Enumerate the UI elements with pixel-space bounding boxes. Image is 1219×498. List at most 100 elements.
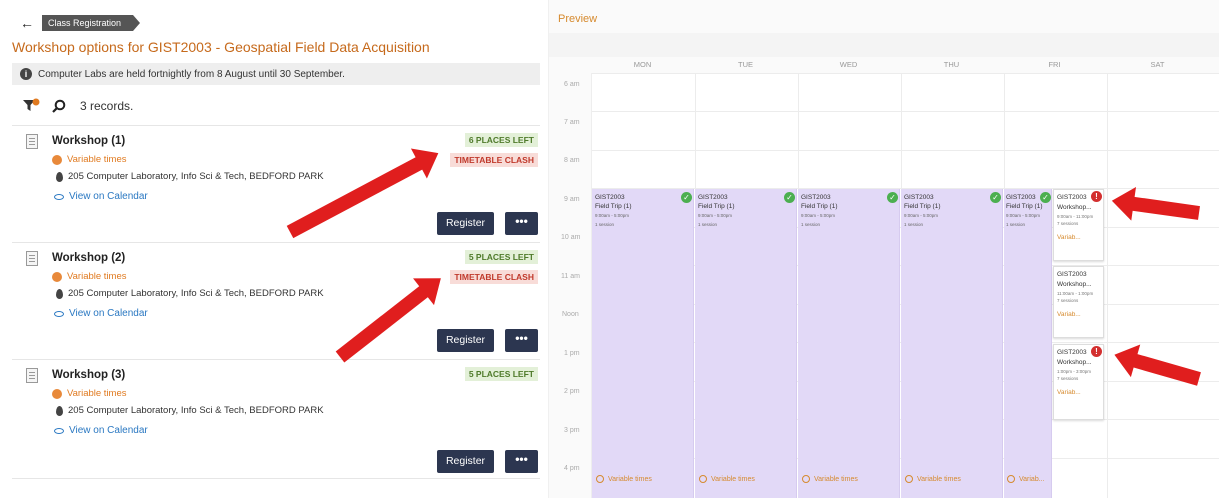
variable-times-footer-label: Variab... [1019,475,1045,483]
variable-times-label: Variable times [67,388,127,399]
time-label: 10 am [561,234,581,241]
field-trip-event[interactable] [1004,189,1052,498]
preview-toolbar [549,33,1219,57]
variable-times-footer-label: Variable times [814,475,858,483]
event-time: 1:00pm - 3:00pm [1057,369,1092,374]
day-header: FRI [1048,60,1061,69]
document-icon [26,251,38,266]
variable-times-footer-label: Variab... [1057,389,1081,396]
page-title: Workshop options for GIST2003 - Geospati… [12,39,430,55]
more-options-button[interactable]: ••• [505,212,538,235]
document-icon [26,368,38,383]
event-name: Field Trip (1) [595,203,632,210]
check-icon: ✓ [990,192,1001,203]
view-on-calendar-label[interactable]: View on Calendar [69,308,148,319]
time-label: 1 pm [564,350,580,357]
eye-icon [54,193,64,200]
workshop-card-3: Workshop (3) 5 PLACES LEFT Variable time… [12,359,540,479]
field-trip-event[interactable] [798,189,900,498]
day-header: MON [633,60,652,69]
variable-times: Variable times [52,154,127,165]
clock-icon [52,388,62,399]
check-icon: ✓ [681,192,692,203]
arrow-left-icon[interactable]: ← [20,15,34,31]
register-button[interactable]: Register [437,212,494,235]
time-label: 9 am [564,196,580,203]
event-time: 9:00am - 5:00pm [801,213,836,218]
event-sessions: 7 sessions [1057,298,1079,303]
day-header: SAT [1150,60,1165,69]
event-sessions: 1 session [595,222,615,227]
places-left-badge: 5 PLACES LEFT [464,250,538,264]
breadcrumb: ← Class Registration [20,15,141,31]
event-details: GIST2003 Field Trip (1) 9:00am - 5:00pm 1 s… [698,193,734,229]
event-sessions: 1 session [1006,222,1026,227]
event-time: 9:00am - 11:00pm [1057,214,1094,219]
event-sessions: 1 session [904,222,924,227]
time-label: 7 am [564,119,580,126]
workshop-title: Workshop (3) [52,369,126,381]
day-header: WED [839,60,858,69]
view-on-calendar-link[interactable]: View on Calendar [54,308,148,319]
variable-times-footer-label: Variable times [608,475,652,483]
location: 205 Computer Laboratory, Info Sci & Tech… [56,171,324,182]
clock-icon [52,271,62,282]
view-on-calendar-link[interactable]: View on Calendar [54,191,148,202]
location-pin-icon [56,171,63,182]
more-options-button[interactable]: ••• [505,329,538,352]
variable-times-footer-label: Variab... [1057,234,1081,241]
time-label: 6 am [564,81,580,88]
clock-icon [52,154,62,165]
event-time: 9:00am - 5:00pm [595,213,630,218]
event-name: Field Trip (1) [1006,203,1043,210]
event-code: GIST2003 [595,194,625,201]
variable-times-label: Variable times [67,271,127,282]
event-name: Field Trip (1) [801,203,838,210]
event-name: Workshop... [1057,281,1092,288]
event-sessions: 7 sessions [1057,221,1079,226]
filter-icon[interactable] [22,98,40,114]
document-icon [26,134,38,149]
event-details: GIST2003 Field Trip (1) 9:00am - 5:00pm 1 s… [1006,193,1042,229]
breadcrumb-class-registration[interactable]: Class Registration [42,15,141,31]
check-icon: ✓ [887,192,898,203]
more-options-button[interactable]: ••• [505,450,538,473]
day-header: TUE [738,60,753,69]
field-trip-event[interactable] [695,189,797,498]
event-code: GIST2003 [1057,271,1087,278]
time-label: Noon [562,311,579,318]
view-on-calendar-label[interactable]: View on Calendar [69,191,148,202]
workshop-card-1: Workshop (1) 6 PLACES LEFT TIMETABLE CLA… [12,125,540,242]
calendar-preview: Preview MON TUE WED THU FRI SAT 6 am 7 a… [549,0,1219,498]
field-trip-event[interactable] [901,189,1003,498]
view-on-calendar-label[interactable]: View on Calendar [69,425,148,436]
event-code: GIST2003 [801,194,831,201]
register-button[interactable]: Register [437,450,494,473]
location-pin-icon [56,288,63,299]
event-code: GIST2003 [904,194,934,201]
variable-times: Variable times [52,388,127,399]
variable-times-footer: Variable times [905,475,961,483]
register-button[interactable]: Register [437,329,494,352]
workshop-title: Workshop (1) [52,135,126,147]
variable-times-label: Variable times [67,154,127,165]
clock-icon [699,475,707,483]
workshop-card-2: Workshop (2) 5 PLACES LEFT TIMETABLE CLA… [12,242,540,359]
search-icon[interactable] [52,99,66,113]
clash-warning-icon: ! [1091,346,1102,357]
field-trip-event[interactable] [592,189,694,498]
variable-times-footer: Variable times [596,475,652,483]
workshop-event-card[interactable]: GIST2003 Workshop... 11:00am - 1:00pm 7 … [1053,266,1104,338]
clash-warning-icon: ! [1091,191,1102,202]
event-time: 9:00am - 5:00pm [904,213,939,218]
time-label: 4 pm [564,465,580,472]
preview-label: Preview [558,13,598,25]
view-on-calendar-link[interactable]: View on Calendar [54,425,148,436]
info-banner: i Computer Labs are held fortnightly fro… [12,63,540,85]
day-header: THU [943,60,960,69]
places-left-badge: 6 PLACES LEFT [464,133,538,147]
variable-times-footer: Variable times [802,475,858,483]
event-name: Workshop... [1057,204,1092,211]
event-time: 11:00am - 1:00pm [1057,291,1094,296]
records-toolbar: 3 records. [22,98,133,114]
